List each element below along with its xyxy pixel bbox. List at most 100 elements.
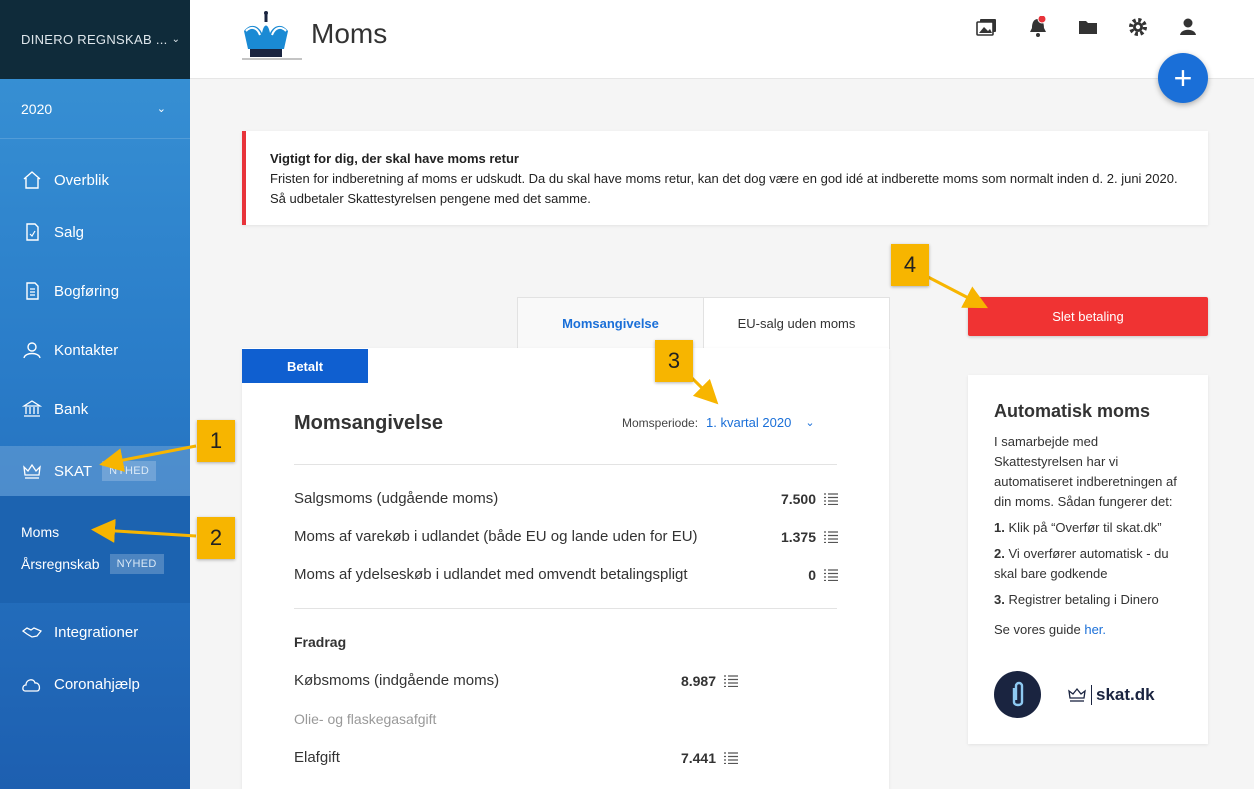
partner-logos: skat.dk: [994, 671, 1155, 718]
year-selector[interactable]: 2020 ⌄: [0, 79, 190, 139]
bell-icon[interactable]: [1027, 14, 1049, 38]
sidebar-item-overblik[interactable]: Overblik: [0, 158, 190, 202]
list-icon[interactable]: [824, 569, 838, 581]
row-amount: 7.500: [780, 491, 816, 507]
gallery-icon[interactable]: [976, 16, 998, 38]
callout-marker: 1: [197, 420, 235, 462]
step-item: 2. Vi overfører automatisk - du skal bar…: [994, 544, 1182, 584]
sidebar-item-label: Overblik: [54, 171, 110, 189]
sidebar-subitem-moms[interactable]: Moms: [21, 524, 59, 540]
period-selector[interactable]: Momsperiode: 1. kvartal 2020 ⌄: [622, 415, 815, 430]
guide-line: Se vores guide her.: [994, 620, 1182, 640]
divider: [294, 608, 837, 609]
row-label: Moms af ydelseskøb i udlandet med omvend…: [294, 566, 688, 583]
sidebar-item-label: Salg: [54, 223, 85, 241]
row-label: Elafgift: [294, 749, 340, 766]
list-icon[interactable]: [824, 531, 838, 543]
step-text: Klik på “Overfør til skat.dk”: [1008, 520, 1162, 535]
sidebar: DINERO REGNSKAB ... ⌄ 2020 ⌄ Overblik Sa…: [0, 0, 190, 789]
step-text: Vi overfører automatisk - du skal bare g…: [994, 546, 1169, 581]
period-value: 1. kvartal 2020: [706, 415, 792, 430]
user-icon: [21, 339, 43, 361]
skat-dk-logo: skat.dk: [1067, 684, 1155, 705]
new-badge: NYHED: [102, 461, 157, 481]
handshake-icon: [21, 621, 43, 643]
row-amount: 8.987: [680, 673, 716, 689]
divider: [294, 464, 837, 465]
alert-text-2: Så udbetaler Skattestyrelsen pengene med…: [270, 191, 591, 206]
auto-vat-title: Automatisk moms: [994, 401, 1151, 421]
step-item: 1. Klik på “Overfør til skat.dk”: [994, 518, 1182, 538]
company-name: DINERO REGNSKAB ...: [21, 32, 168, 47]
gear-icon[interactable]: [1127, 16, 1149, 38]
sidebar-item-bank[interactable]: Bank: [0, 387, 190, 431]
auto-vat-intro: I samarbejde med Skattestyrelsen har vi …: [994, 434, 1177, 509]
folder-icon[interactable]: [1077, 16, 1099, 38]
step-text: Registrer betaling i Dinero: [1008, 592, 1159, 607]
sidebar-item-bogforing[interactable]: Bogføring: [0, 269, 190, 313]
add-button[interactable]: +: [1158, 53, 1208, 103]
step-item: 3. Registrer betaling i Dinero: [994, 590, 1182, 610]
sidebar-item-kontakter[interactable]: Kontakter: [0, 328, 190, 372]
top-header: Moms: [190, 0, 1254, 79]
period-label: Momsperiode:: [622, 415, 699, 430]
step-number: 3.: [994, 592, 1005, 607]
chevron-down-icon: ⌄: [805, 417, 815, 429]
status-badge: Betalt: [242, 349, 368, 383]
row-label: Salgsmoms (udgående moms): [294, 490, 499, 507]
row-label: Olie- og flaskegasafgift: [294, 711, 437, 727]
list-icon[interactable]: [724, 752, 738, 764]
info-alert: Vigtigt for dig, der skal have moms retu…: [242, 131, 1208, 225]
sidebar-item-label: Kontakter: [54, 341, 119, 359]
row-label: Købsmoms (indgående moms): [294, 672, 500, 689]
sidebar-item-coronahjaelp[interactable]: Coronahjælp: [0, 662, 190, 706]
list-icon[interactable]: [724, 675, 738, 687]
sidebar-item-label: Coronahjælp: [54, 675, 140, 693]
delete-payment-button[interactable]: Slet betaling: [968, 297, 1208, 336]
auto-vat-card: Automatisk moms I samarbejde med Skattes…: [968, 375, 1208, 744]
skat-submenu: Moms Årsregnskab NYHED: [0, 496, 190, 603]
new-badge: NYHED: [109, 554, 164, 574]
row-label: Moms af varekøb i udlandet (både EU og l…: [294, 528, 698, 545]
row-amount: 0: [808, 567, 816, 583]
sidebar-item-salg[interactable]: Salg: [0, 210, 190, 254]
sidebar-item-label: Bank: [54, 400, 89, 418]
step-number: 2.: [994, 546, 1005, 561]
deductions-heading: Fradrag: [294, 634, 347, 650]
list-icon[interactable]: [824, 493, 838, 505]
subitem-label: Årsregnskab: [21, 556, 100, 572]
sidebar-item-label: SKAT: [54, 462, 93, 480]
sidebar-item-integrationer[interactable]: Integrationer: [0, 610, 190, 654]
row-amount: 7.441: [680, 750, 716, 766]
chevron-down-icon: ⌄: [171, 34, 181, 45]
guide-text: Se vores guide: [994, 622, 1085, 637]
skat-logo-text: skat.dk: [1091, 684, 1155, 705]
row-amount: 1.375: [780, 529, 816, 545]
cloud-icon: [21, 673, 43, 695]
home-icon: [21, 169, 43, 191]
tab-eu-salg[interactable]: EU-salg uden moms: [703, 297, 890, 349]
alert-title: Vigtigt for dig, der skal have moms retu…: [270, 151, 519, 166]
invoice-icon: [21, 221, 43, 243]
document-icon: [21, 280, 43, 302]
sidebar-item-label: Integrationer: [54, 623, 139, 641]
paperclip-logo-icon: [994, 671, 1041, 718]
vat-return-card: Betalt Momsangivelse Momsperiode: 1. kva…: [242, 348, 889, 789]
step-number: 1.: [994, 520, 1005, 535]
callout-marker: 2: [197, 517, 235, 559]
crown-icon: [21, 460, 43, 482]
page-title: Moms: [311, 18, 388, 49]
sidebar-subitem-arsregnskab[interactable]: Årsregnskab NYHED: [21, 554, 164, 574]
chevron-down-icon: ⌄: [156, 103, 166, 115]
company-switcher[interactable]: DINERO REGNSKAB ... ⌄: [0, 0, 190, 79]
guide-link[interactable]: her.: [1084, 622, 1106, 637]
sidebar-item-skat[interactable]: SKAT NYHED: [0, 446, 190, 496]
year-label: 2020: [21, 100, 53, 117]
sidebar-item-label: Bogføring: [54, 282, 120, 300]
skat-crown-logo: [240, 9, 304, 61]
callout-marker: 3: [655, 340, 693, 382]
bank-icon: [21, 398, 43, 420]
alert-text: Fristen for indberetning af moms er udsk…: [270, 171, 1178, 186]
callout-marker: 4: [891, 244, 929, 286]
user-icon[interactable]: [1177, 16, 1199, 38]
